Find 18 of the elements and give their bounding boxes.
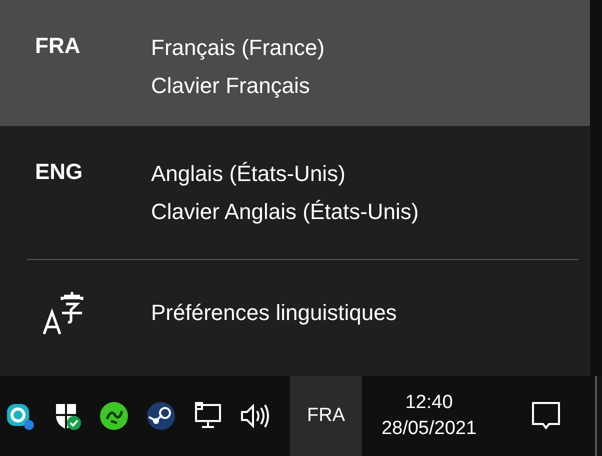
snake-logo-icon[interactable] (99, 401, 129, 431)
security-app-icon[interactable] (5, 401, 35, 431)
volume-icon[interactable] (240, 401, 270, 431)
language-preferences-link[interactable]: Préférences linguistiques (151, 300, 397, 326)
language-code: ENG (35, 159, 84, 186)
network-icon[interactable] (193, 401, 223, 431)
language-item[interactable]: ENG Anglais (États-Unis) Clavier Anglais (États-Unis) (0, 126, 590, 252)
clock-date: 28/05/2021 (381, 418, 477, 440)
keyboard-name: Clavier Français (151, 72, 311, 100)
keyboard-name: Clavier Anglais (États-Unis) (151, 198, 419, 226)
language-name: Anglais (États-Unis) (151, 160, 346, 188)
language-item[interactable]: FRA Français (France) Clavier Français (0, 0, 590, 126)
language-code: FRA (35, 33, 82, 60)
input-indicator-button[interactable]: FRA (290, 376, 362, 456)
steam-icon[interactable] (146, 401, 176, 431)
language-name: Français (France) (151, 34, 325, 62)
clock-button[interactable]: 12:40 28/05/2021 (362, 376, 496, 456)
clock-time: 12:40 (405, 392, 453, 414)
